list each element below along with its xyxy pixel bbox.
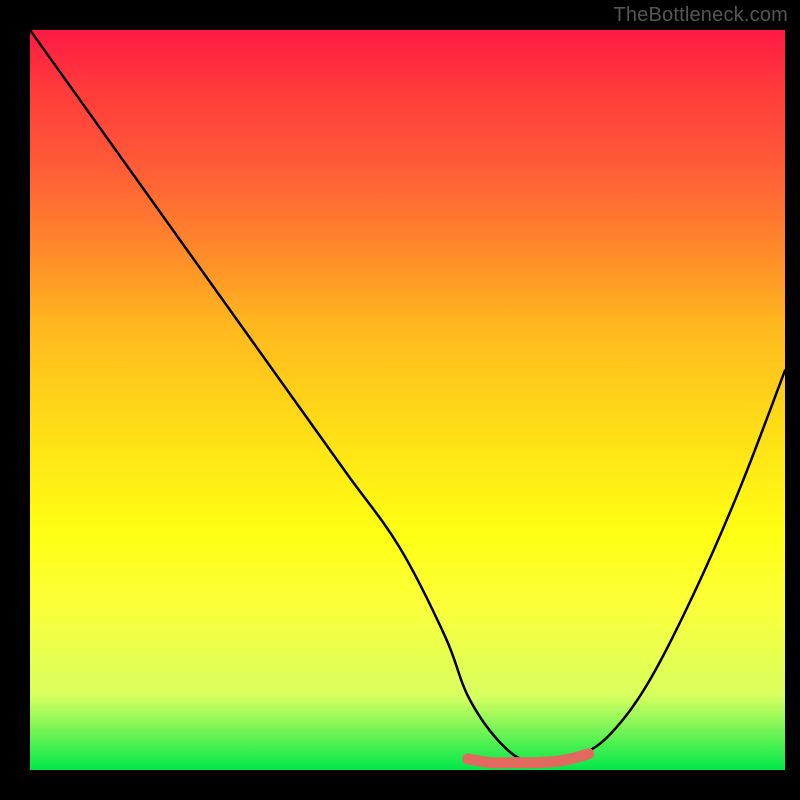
watermark-text: TheBottleneck.com xyxy=(613,4,788,27)
chart-curve xyxy=(30,30,785,765)
chart-highlight-segment xyxy=(468,754,589,763)
chart-svg xyxy=(30,30,785,770)
chart-plot-area xyxy=(30,30,785,770)
